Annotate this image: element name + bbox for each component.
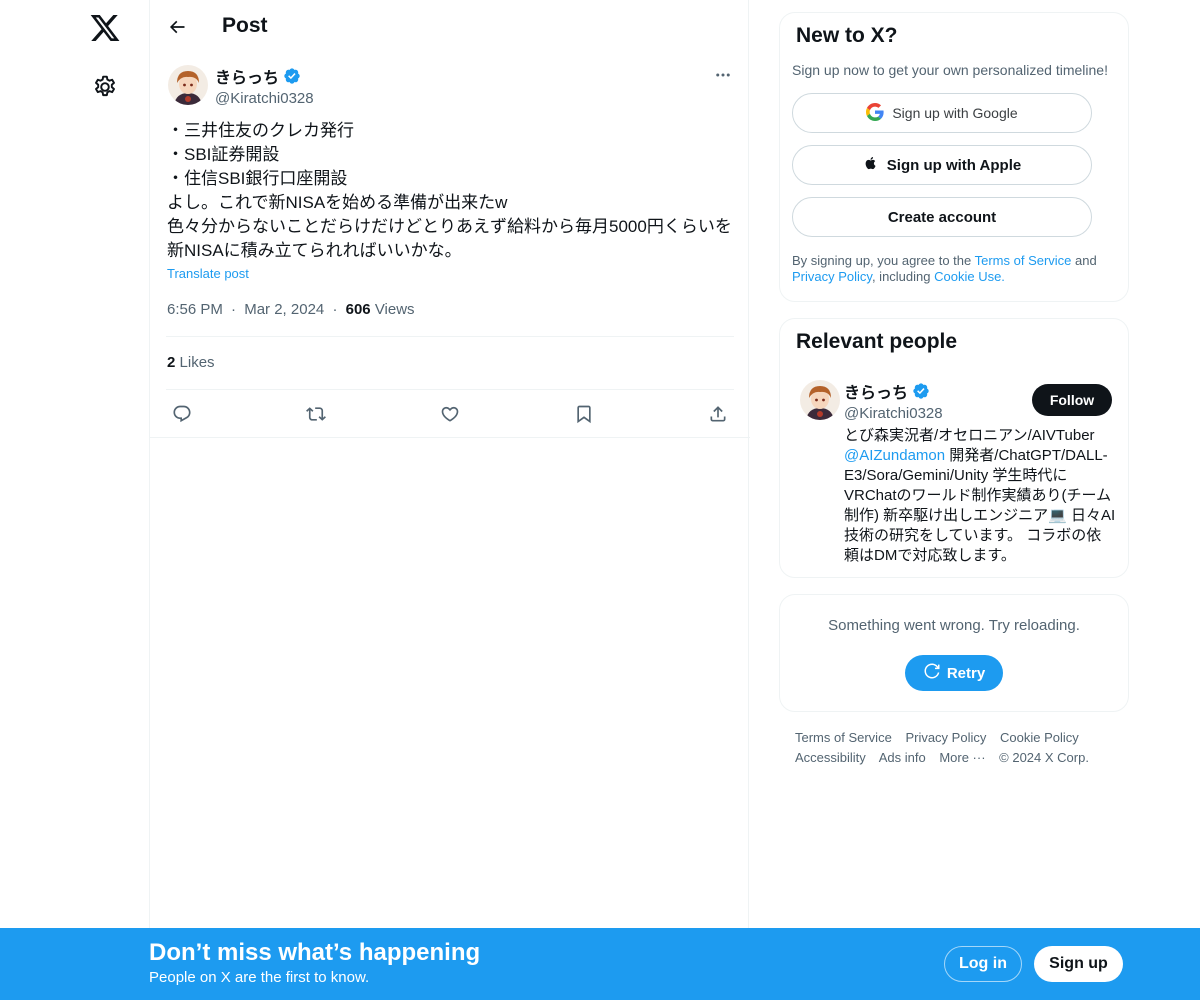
avatar[interactable] (800, 380, 840, 420)
reply-icon[interactable] (170, 402, 194, 426)
signup-card-title: New to X? (796, 24, 898, 47)
views-count: 606 (345, 301, 371, 318)
signup-legal-text: By signing up, you agree to the Terms of… (792, 253, 1122, 285)
bio-mention-link[interactable]: @AIZundamon (844, 447, 945, 464)
footer-link-more[interactable]: More ··· (939, 750, 985, 765)
likes-count: 2 (167, 354, 176, 371)
share-icon[interactable] (706, 402, 730, 426)
legal-text: By signing up, you agree to the (792, 253, 975, 268)
follow-button[interactable]: Follow (1032, 384, 1112, 416)
post-column: Post きらっち @Kiratchi0328 ・三井住友のクレカ発行 ・SBI… (149, 0, 750, 930)
post-line: 色々分からないことだらけだけどとりあえず給料から毎月5000円くらいを (167, 217, 732, 236)
verified-badge-icon (912, 382, 930, 400)
repost-icon[interactable] (304, 402, 328, 426)
relevant-people-title: Relevant people (796, 330, 958, 353)
legal-text: and (1071, 253, 1097, 268)
post-line: よし。これで新NISAを始める準備が出来たw (167, 193, 508, 212)
error-card: Something went wrong. Try reloading. Ret… (779, 594, 1129, 712)
signup-card: New to X? Sign up now to get your own pe… (779, 12, 1129, 302)
post-time[interactable]: 6:56 PM (167, 301, 223, 318)
more-options-icon[interactable] (712, 64, 734, 86)
relevant-people-card: Relevant people きらっち @Kiratchi0328 Follo… (779, 318, 1129, 578)
signup-apple-label: Sign up with Apple (886, 156, 1022, 174)
divider (166, 336, 734, 337)
post-line: ・住信SBI銀行口座開設 (167, 169, 348, 188)
post-date[interactable]: Mar 2, 2024 (244, 301, 324, 318)
post-actions (150, 390, 750, 438)
signup-google-label: Sign up with Google (892, 105, 1018, 121)
post-meta: 6:56 PM · Mar 2, 2024 · 606 Views (167, 301, 415, 318)
legal-text: , including (871, 269, 935, 284)
like-icon[interactable] (438, 402, 462, 426)
signup-button[interactable]: Sign up (1034, 946, 1123, 982)
back-arrow-icon[interactable] (164, 14, 190, 40)
bottom-bar-subtitle: People on X are the first to know. (149, 969, 370, 986)
signup-card-subtitle: Sign up now to get your own personalized… (792, 62, 1108, 78)
left-nav (0, 0, 150, 1000)
cookie-link[interactable]: Cookie Use. (934, 269, 1005, 284)
person-handle[interactable]: @Kiratchi0328 (844, 405, 943, 422)
signup-apple-button[interactable]: Sign up with Apple (792, 145, 1092, 185)
avatar[interactable] (168, 65, 208, 105)
login-button[interactable]: Log in (944, 946, 1022, 982)
footer-link-terms[interactable]: Terms of Service (795, 730, 892, 745)
translate-post-link[interactable]: Translate post (167, 266, 249, 281)
person-bio: とび森実況者/オセロニアン/AIVTuber @AIZundamon 開発者/C… (844, 426, 1116, 566)
signup-google-button[interactable]: Sign up with Google (792, 93, 1092, 133)
retry-label: Retry (946, 664, 986, 682)
bottom-bar-title: Don’t miss what’s happening (149, 939, 481, 966)
refresh-icon (923, 662, 941, 684)
bio-text: とび森実況者/オセロニアン/AIVTuber (844, 427, 1095, 444)
likes-stat[interactable]: 2 Likes (167, 354, 215, 371)
post-line: ・SBI証券開設 (167, 145, 280, 164)
privacy-link[interactable]: Privacy Policy (792, 269, 872, 284)
footer-links: Terms of Service Privacy Policy Cookie P… (795, 728, 1115, 768)
terms-link[interactable]: Terms of Service (975, 253, 1072, 268)
create-account-button[interactable]: Create account (792, 197, 1092, 237)
error-message: Something went wrong. Try reloading. (828, 617, 1080, 634)
post-body: ・三井住友のクレカ発行 ・SBI証券開設 ・住信SBI銀行口座開設 よし。これで… (167, 119, 737, 263)
apple-icon (863, 154, 879, 176)
footer-link-cookie[interactable]: Cookie Policy (1000, 730, 1079, 745)
person-info[interactable]: きらっち @Kiratchi0328 (844, 379, 943, 422)
footer-link-accessibility[interactable]: Accessibility (795, 750, 866, 765)
x-logo-icon[interactable] (89, 12, 121, 44)
verified-badge-icon (283, 67, 301, 85)
person-name[interactable]: きらっち (844, 379, 908, 403)
meta-separator: · (332, 301, 338, 318)
gear-icon[interactable] (92, 74, 118, 100)
copyright: © 2024 X Corp. (999, 750, 1089, 765)
bookmark-icon[interactable] (572, 402, 596, 426)
footer-link-privacy[interactable]: Privacy Policy (905, 730, 986, 745)
meta-separator: · (231, 301, 237, 318)
likes-label: Likes (179, 354, 215, 371)
post-author: きらっち @Kiratchi0328 (215, 64, 314, 107)
post-header: Post (150, 0, 750, 54)
post-line: ・三井住友のクレカ発行 (167, 121, 354, 140)
footer-link-ads[interactable]: Ads info (879, 750, 926, 765)
author-name[interactable]: きらっち (215, 64, 279, 88)
page-title: Post (222, 14, 268, 37)
google-icon (866, 102, 884, 124)
author-handle[interactable]: @Kiratchi0328 (215, 90, 314, 107)
views-label: Views (374, 301, 415, 318)
post-line: 新NISAに積み立てられればいいかな。 (167, 241, 462, 260)
bottom-signup-bar: Don’t miss what’s happening People on X … (0, 928, 1200, 1000)
bio-text: 開発者/ChatGPT/DALL-E3/Sora/Gemini/Unity 学生… (844, 447, 1116, 564)
retry-button[interactable]: Retry (905, 655, 1003, 691)
